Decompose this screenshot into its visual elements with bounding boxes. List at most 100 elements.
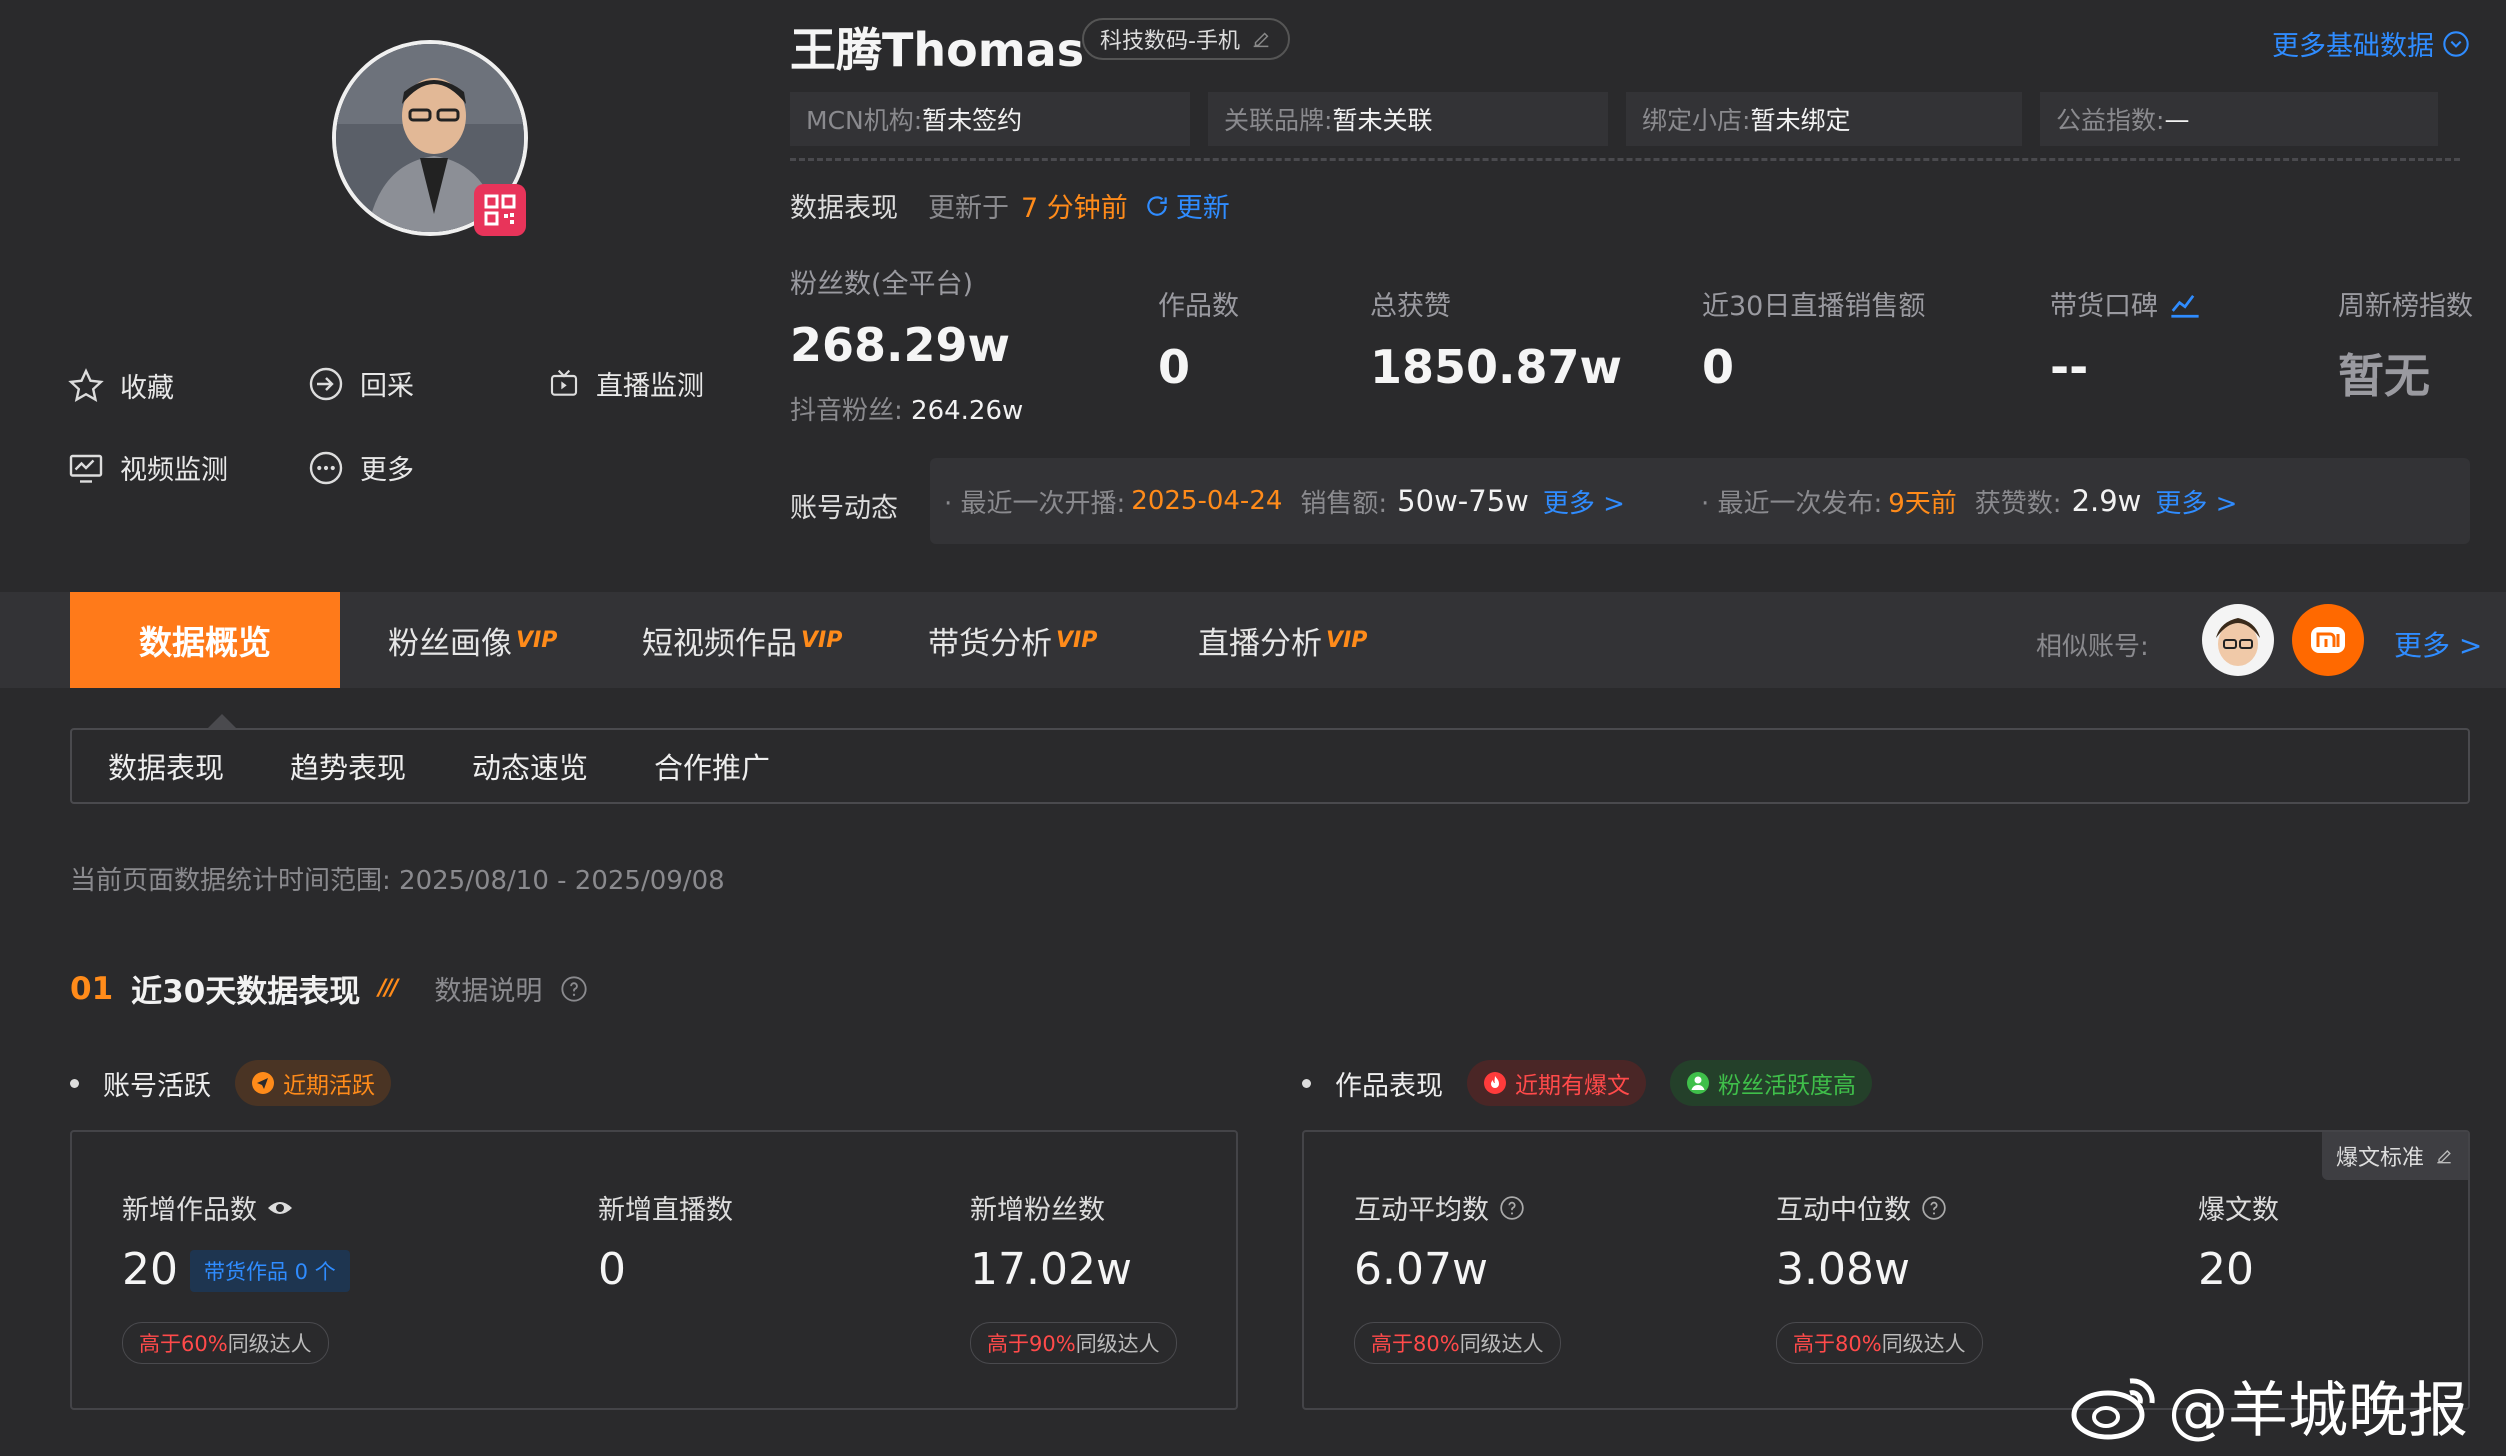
live-sales-label: 近30日直播销售额 xyxy=(1702,291,1926,322)
divider xyxy=(790,158,2460,161)
tab-fan-profile-label: 粉丝画像 xyxy=(388,625,512,662)
tab-data-overview[interactable]: 数据概览 xyxy=(70,592,340,688)
charity-value: — xyxy=(2164,104,2190,134)
brand-value: 暂未关联 xyxy=(1332,106,1433,135)
viral-count-label: 爆文数 xyxy=(2198,1195,2279,1226)
category-label: 科技数码-手机 xyxy=(1100,29,1240,54)
fan-active-badge: 粉丝活跃度高 xyxy=(1670,1060,1872,1106)
shop-value: 暂未绑定 xyxy=(1750,106,1851,135)
help-icon[interactable] xyxy=(1921,1195,1947,1221)
compare-highlight: 高于90% xyxy=(987,1332,1076,1356)
favorite-button[interactable]: 收藏 xyxy=(68,366,174,405)
brand-field: 关联品牌: 暂未关联 xyxy=(1208,92,1608,146)
compare-rest: 同级达人 xyxy=(1881,1332,1966,1356)
avg-interact-header: 互动平均数 xyxy=(1354,1188,1525,1227)
subtab-data-performance[interactable]: 数据表现 xyxy=(108,745,224,787)
median-interact-label: 互动中位数 xyxy=(1776,1195,1911,1226)
mcn-field: MCN机构: 暂未签约 xyxy=(790,92,1190,146)
tab-short-video-label: 短视频作品 xyxy=(642,625,797,662)
account-name: 王腾Thomas xyxy=(790,23,1085,77)
edit-icon xyxy=(2437,1150,2451,1164)
post-likes-label: 获赞数: xyxy=(1974,488,2062,519)
goods-works-badge: 带货作品 0 个 xyxy=(190,1250,350,1292)
goods-rep-label: 带货口碑 xyxy=(2050,291,2158,322)
star-icon xyxy=(68,367,104,402)
subtab-dynamics[interactable]: 动态速览 xyxy=(472,745,588,787)
account-activity-card: 新增作品数 20 带货作品 0 个 高于60%同级达人 新增直播数 0 新增粉丝… xyxy=(70,1130,1238,1410)
charity-field: 公益指数: — xyxy=(2040,92,2438,146)
refresh-button[interactable]: 更新 xyxy=(1144,186,1230,225)
compare-highlight: 高于80% xyxy=(1793,1332,1882,1356)
eye-icon[interactable] xyxy=(267,1198,293,1218)
avg-interact-value: 6.07w xyxy=(1354,1244,1488,1295)
new-works-compare: 高于60%同级达人 xyxy=(122,1322,329,1364)
similar-account-avatar-1[interactable] xyxy=(2202,604,2274,676)
trend-chart-icon[interactable] xyxy=(2168,289,2202,319)
new-works-header: 新增作品数 xyxy=(122,1188,293,1227)
recollect-label: 回采 xyxy=(360,371,414,402)
tab-short-video[interactable]: 短视频作品 VIP xyxy=(642,592,842,688)
recollect-button[interactable]: 回采 xyxy=(308,364,414,403)
active-badge: 近期活跃 xyxy=(235,1060,391,1106)
last-post-value: 9天前 xyxy=(1888,488,1957,519)
video-monitor-button[interactable]: 视频监测 xyxy=(68,448,228,487)
category-tag[interactable]: 科技数码-手机 xyxy=(1082,18,1290,60)
help-icon[interactable] xyxy=(560,975,588,1003)
douyin-fans-label: 抖音粉丝: xyxy=(790,396,903,426)
account-activity-label: 账号活跃 xyxy=(103,1070,211,1102)
fire-icon xyxy=(1484,1072,1506,1094)
similar-more-link[interactable]: 更多 > xyxy=(2394,624,2482,664)
viral-badge-label: 近期有爆文 xyxy=(1515,1073,1630,1099)
updated-prefix: 更新于 xyxy=(928,193,1009,224)
subtab-trend[interactable]: 趋势表现 xyxy=(290,745,406,787)
tab-goods-analysis[interactable]: 带货分析 VIP xyxy=(928,592,1097,688)
likes-value: 1850.87w xyxy=(1370,340,1623,394)
mcn-value: 暂未签约 xyxy=(922,106,1023,135)
data-explain-label[interactable]: 数据说明 xyxy=(434,969,542,1008)
compare-highlight: 高于60% xyxy=(139,1332,228,1356)
median-interact-header: 互动中位数 xyxy=(1776,1188,1947,1227)
more-post-link[interactable]: 更多 > xyxy=(2155,483,2237,520)
mcn-key: MCN机构: xyxy=(806,106,923,135)
help-icon[interactable] xyxy=(1499,1195,1525,1221)
tab-fan-profile[interactable]: 粉丝画像 VIP xyxy=(388,592,557,688)
updated-time: 7 分钟前 xyxy=(1021,193,1128,224)
qr-code-icon[interactable] xyxy=(474,184,526,236)
account-activity-header: 账号活跃 近期活跃 xyxy=(70,1060,391,1106)
compare-highlight: 高于80% xyxy=(1371,1332,1460,1356)
quote-decoration-icon: /// xyxy=(378,976,398,1001)
section-title: 近30天数据表现 xyxy=(131,974,361,1010)
more-basic-data-link[interactable]: 更多基础数据 xyxy=(2272,24,2470,63)
more-dots-icon xyxy=(309,451,343,484)
more-actions-button[interactable]: 更多 xyxy=(308,448,414,487)
subtab-cooperation[interactable]: 合作推广 xyxy=(654,745,770,787)
more-live-link[interactable]: 更多 > xyxy=(1543,483,1625,520)
section-header: 01 近30天数据表现 /// 数据说明 xyxy=(70,966,588,1011)
live-monitor-button[interactable]: 直播监测 xyxy=(548,364,704,403)
shop-key: 绑定小店: xyxy=(1642,106,1751,135)
tab-pointer xyxy=(208,714,236,728)
new-lives-value: 0 xyxy=(598,1244,626,1295)
works-label: 作品数 xyxy=(1158,291,1239,322)
bullet-dot xyxy=(1302,1078,1311,1088)
data-perf-row: 数据表现 更新于 7 分钟前 更新 xyxy=(790,186,1230,225)
refresh-label: 更新 xyxy=(1175,193,1230,224)
vip-badge: VIP xyxy=(1056,627,1098,653)
charity-key: 公益指数: xyxy=(2056,106,2165,135)
viral-standard-button[interactable]: 爆文标准 xyxy=(2321,1132,2468,1180)
similar-account-avatar-2[interactable] xyxy=(2292,604,2364,676)
mi-logo-icon xyxy=(2311,627,2345,653)
douyin-fans-value: 264.26w xyxy=(911,396,1024,426)
weekly-rank-value: 暂无 xyxy=(2338,349,2430,403)
sales-value: 50w-75w xyxy=(1397,484,1529,518)
tab-live-analysis[interactable]: 直播分析 VIP xyxy=(1198,592,1367,688)
active-badge-label: 近期活跃 xyxy=(283,1073,375,1099)
monitor-chart-icon xyxy=(69,454,103,483)
new-works-value: 20 xyxy=(122,1244,178,1295)
works-perf-header: 作品表现 近期有爆文 粉丝活跃度高 xyxy=(1302,1060,1872,1106)
refresh-icon xyxy=(1147,195,1167,216)
favorite-label: 收藏 xyxy=(120,373,174,404)
tab-live-analysis-label: 直播分析 xyxy=(1198,625,1322,662)
fan-active-badge-label: 粉丝活跃度高 xyxy=(1718,1073,1856,1099)
viral-standard-label: 爆文标准 xyxy=(2335,1146,2424,1171)
